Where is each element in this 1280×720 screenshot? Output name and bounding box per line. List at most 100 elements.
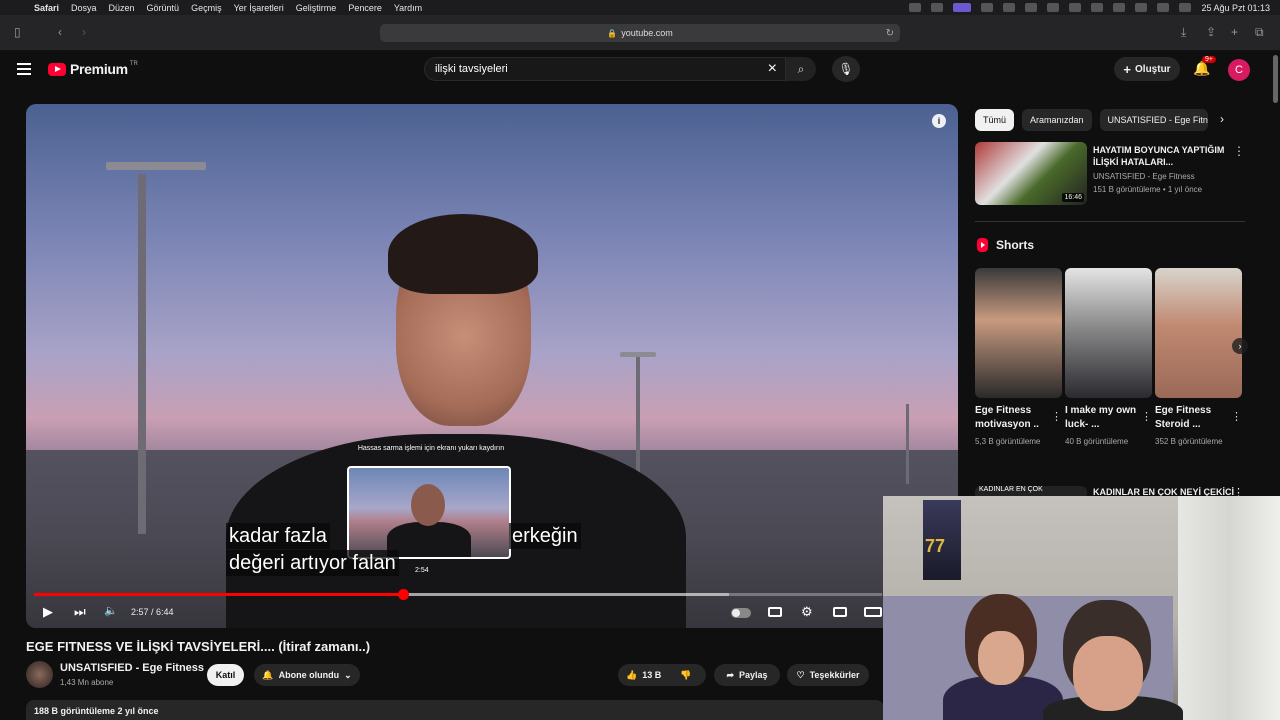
control-center-icon[interactable]	[1157, 3, 1170, 12]
like-icon[interactable]: 👍	[626, 670, 637, 681]
street-lamp-head	[620, 352, 656, 357]
progress-scrubber[interactable]	[397, 589, 409, 600]
short-item[interactable]: Ege Fitness Steroid ... 352 B görüntülem…	[1155, 268, 1242, 449]
menu-item-develop[interactable]: Geliştirme	[296, 3, 337, 13]
account-avatar[interactable]: C	[1228, 59, 1250, 81]
search-input[interactable]: ilişki tavsiyeleri ×	[424, 57, 786, 81]
progress-played	[34, 593, 403, 596]
video-player[interactable]: i Hassas sarma işlemi için ekranı yukarı…	[26, 104, 958, 628]
status-icon[interactable]	[931, 3, 944, 12]
channel-avatar[interactable]	[26, 661, 53, 688]
like-dislike-group: 👍 13 B 👎	[618, 664, 706, 686]
sidebar-toggle-icon[interactable]: ▯	[14, 25, 21, 39]
thanks-button[interactable]: ♡ Teşekkürler	[787, 664, 869, 686]
play-status-icon[interactable]	[1047, 3, 1060, 12]
search-icon: ⌕	[797, 61, 805, 76]
rec-thumbnail: 16:46	[975, 142, 1087, 205]
shield-icon[interactable]	[909, 3, 922, 12]
battery-icon[interactable]	[1091, 3, 1104, 12]
create-label: Oluştur	[1135, 63, 1171, 75]
shorts-header: Shorts	[977, 238, 1034, 252]
capture-icon[interactable]	[981, 3, 994, 12]
short-item[interactable]: I make my own luck- ... 40 B görüntüleme…	[1065, 268, 1152, 449]
autoplay-toggle[interactable]	[731, 608, 751, 618]
menu-item-file[interactable]: Dosya	[71, 3, 97, 13]
play-icon[interactable]: ▶	[43, 604, 53, 620]
caption-line1-start: kadar fazla	[226, 523, 330, 549]
chip-from-search[interactable]: Aramanızdan	[1022, 109, 1092, 131]
dislike-icon[interactable]: 👎	[680, 670, 691, 681]
tab-overview-icon[interactable]: ⧉	[1255, 25, 1264, 40]
new-tab-icon[interactable]: +	[1231, 25, 1238, 39]
recommended-video[interactable]: 16:46 HAYATIM BOYUNCA YAPTIĞIM İLİŞKİ HA…	[975, 142, 1245, 206]
subscribed-button[interactable]: 🔔 Abone olundu ⌄	[254, 664, 360, 686]
menu-item-bookmarks[interactable]: Yer İşaretleri	[234, 3, 284, 13]
theater-mode-icon[interactable]	[864, 607, 882, 617]
page-scrollbar[interactable]	[1273, 55, 1278, 103]
chip-all[interactable]: Tümü	[975, 109, 1015, 131]
volume-icon[interactable]	[1003, 3, 1016, 12]
chevron-right-icon[interactable]: ›	[1232, 338, 1248, 354]
chevron-right-icon[interactable]: ›	[1220, 112, 1224, 126]
seek-preview-time: 2:54	[415, 567, 429, 574]
share-button[interactable]: ➦ Paylaş	[714, 664, 780, 686]
speaker-hair	[388, 214, 538, 294]
preview-body	[387, 522, 471, 557]
wifi-icon[interactable]	[1113, 3, 1126, 12]
address-bar[interactable]: 🔒 youtube.com ↻	[380, 24, 900, 42]
reload-icon[interactable]: ↻	[886, 28, 894, 39]
shorts-title: Shorts	[996, 238, 1035, 252]
macos-menubar: Safari Dosya Düzen Görüntü Geçmiş Yer İş…	[0, 0, 1280, 15]
menu-icon[interactable]	[17, 63, 31, 78]
more-options-icon[interactable]: ⋮	[1141, 410, 1152, 423]
progress-bar[interactable]	[34, 589, 882, 600]
filter-chips: Tümü Aramanızdan UNSATISFIED - Ege Fitne…	[975, 109, 1208, 131]
video-title: EGE FITNESS VE İLİŞKİ TAVSİYELERİ.... (İ…	[26, 639, 371, 654]
subscribed-label: Abone olundu	[278, 670, 340, 680]
share-icon: ➦	[726, 669, 734, 680]
like-count[interactable]: 13 B	[642, 670, 661, 680]
join-button[interactable]: Katıl	[207, 664, 244, 686]
chip-channel[interactable]: UNSATISFIED - Ege Fitness	[1099, 109, 1208, 131]
miniplayer-icon[interactable]	[833, 607, 847, 617]
more-options-icon[interactable]: ⋮	[1051, 410, 1062, 423]
caption-line2: değeri artıyor falan	[226, 550, 399, 576]
clear-search-icon[interactable]: ×	[768, 60, 777, 78]
bluetooth-icon[interactable]	[1069, 3, 1082, 12]
more-options-icon[interactable]: ⋮	[1231, 410, 1242, 423]
volume-icon[interactable]: 🔈	[104, 604, 118, 617]
short-thumbnail	[1065, 268, 1152, 398]
display-icon[interactable]	[1025, 3, 1038, 12]
menu-item-help[interactable]: Yardım	[394, 3, 422, 13]
info-icon[interactable]: i	[932, 114, 946, 128]
share-icon[interactable]: ⇪	[1206, 25, 1216, 39]
forward-icon[interactable]: ›	[82, 25, 86, 39]
menubar-clock[interactable]: 25 Ağu Pzt 01:13	[1201, 3, 1270, 13]
more-options-icon[interactable]: ⋮	[1233, 144, 1245, 158]
rec-duration: 16:46	[1062, 193, 1084, 202]
menu-app-name[interactable]: Safari	[34, 3, 59, 13]
siri-icon[interactable]	[1179, 3, 1192, 12]
voice-search-button[interactable]: 🎙	[832, 56, 860, 82]
subtitles-icon[interactable]	[768, 607, 782, 617]
menu-item-window[interactable]: Pencere	[348, 3, 382, 13]
youtube-logo[interactable]: Premium TR	[48, 61, 138, 77]
spotlight-icon[interactable]	[1135, 3, 1148, 12]
description-box[interactable]: 188 B görüntüleme 2 yıl önce	[26, 700, 884, 720]
menu-item-edit[interactable]: Düzen	[109, 3, 135, 13]
next-icon[interactable]: ⏭	[74, 604, 86, 620]
menu-item-history[interactable]: Geçmiş	[191, 3, 222, 13]
notifications-button[interactable]: 🔔 9+	[1193, 56, 1216, 77]
menu-item-view[interactable]: Görüntü	[147, 3, 180, 13]
rec-channel: UNSATISFIED - Ege Fitness	[1093, 172, 1195, 181]
screen-record-icon[interactable]	[953, 3, 972, 12]
download-icon[interactable]: ⤓	[1181, 25, 1186, 40]
short-title: Ege Fitness Steroid ...	[1155, 405, 1212, 430]
short-item[interactable]: Ege Fitness motivasyon .. 5,3 B görüntül…	[975, 268, 1062, 449]
back-icon[interactable]: ‹	[58, 25, 62, 39]
create-button[interactable]: + Oluştur	[1114, 57, 1180, 81]
search-button[interactable]: ⌕	[786, 57, 816, 81]
settings-gear-icon[interactable]: ⚙	[801, 604, 813, 620]
browser-toolbar: ▯ ‹ › 🔒 youtube.com ↻ ⤓ ⇪ + ⧉	[0, 15, 1280, 51]
channel-name[interactable]: UNSATISFIED - Ege Fitness	[60, 662, 204, 674]
